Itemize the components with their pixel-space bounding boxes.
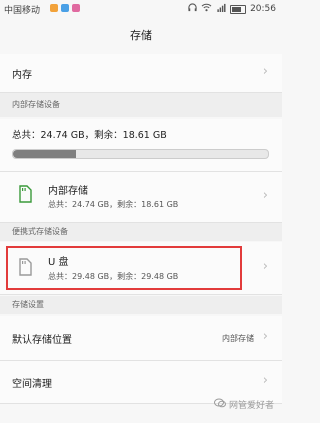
app-notification-icon [50, 4, 58, 12]
usage-summary: 总共：24.74 GB，剩余：18.61 GB [0, 119, 282, 172]
sd-card-icon [18, 185, 32, 207]
internal-storage-name: 内部存储 [48, 186, 88, 197]
internal-storage-item[interactable]: 内部存储 总共：24.74 GB，剩余：18.61 GB › [0, 172, 282, 223]
battery-icon [230, 5, 247, 14]
memory-label: 内存 [12, 70, 32, 81]
chevron-right-icon: › [262, 329, 268, 344]
highlight-box [6, 246, 242, 290]
notification-icons [50, 4, 80, 12]
section-header-portable: 便携式存储设备 [0, 223, 282, 241]
section-header-internal: 内部存储设备 [0, 93, 282, 117]
chevron-right-icon: › [262, 64, 268, 79]
clock: 20:56 [250, 4, 276, 14]
signal-icon [216, 3, 226, 15]
space-cleanup-label: 空间清理 [12, 379, 52, 390]
default-location-row[interactable]: 默认存储位置 内部存储 › [0, 316, 282, 361]
carrier-label: 中国移动 [4, 6, 41, 16]
internal-storage-details: 总共：24.74 GB，剩余：18.61 GB [48, 200, 179, 209]
usage-progress-fill [13, 150, 77, 158]
page-title: 存储 [0, 18, 282, 54]
usage-progress-bar [12, 149, 269, 159]
chevron-right-icon: › [262, 259, 268, 274]
wechat-icon [213, 398, 226, 411]
section-header-settings: 存储设置 [0, 296, 282, 314]
chevron-right-icon: › [262, 188, 268, 203]
default-location-label: 默认存储位置 [12, 335, 72, 346]
wifi-icon [201, 3, 212, 15]
headphone-icon [188, 3, 197, 15]
app-notification-icon [72, 4, 80, 12]
chevron-right-icon: › [262, 373, 268, 388]
default-location-value: 内部存储 [222, 334, 254, 343]
memory-row[interactable]: 内存 › [0, 54, 282, 93]
status-bar: 中国移动 20:56 [0, 0, 282, 18]
app-notification-icon [61, 4, 69, 12]
usage-text: 总共：24.74 GB，剩余：18.61 GB [12, 130, 167, 141]
watermark: 网管爱好者 [213, 398, 274, 411]
